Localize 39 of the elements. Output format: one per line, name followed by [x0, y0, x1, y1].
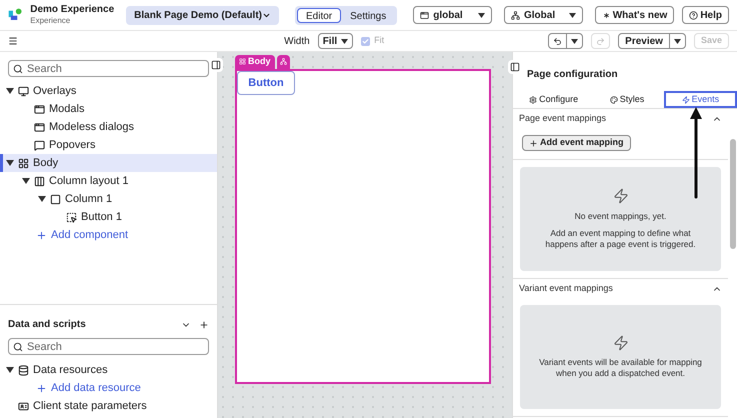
whats-new-button[interactable]: What's new [594, 6, 674, 24]
tree-item[interactable]: Popovers [0, 136, 217, 154]
body-tag[interactable]: Body [235, 55, 274, 68]
empty-state-text: Variant events will be available for mapping when you add a dispatched event. [538, 357, 703, 379]
fit-label: Fit [374, 34, 384, 48]
tree-item[interactable]: Column 1 [0, 190, 217, 208]
add-link[interactable]: Add component [36, 226, 128, 244]
tree-item[interactable]: Modeless dialogs [0, 118, 217, 136]
empty-state-text: Add an event mapping to define what happens after a page event is triggered. [544, 228, 697, 250]
help-button[interactable]: Help [682, 6, 729, 24]
config-tab[interactable]: Events [664, 91, 737, 108]
mode-tab[interactable]: Settings [341, 8, 396, 22]
section-title: Page event mappings [519, 112, 608, 125]
add-link[interactable]: Add data resource [36, 380, 141, 396]
section-title: Variant event mappings [519, 282, 614, 295]
mode-tab[interactable]: Editor [296, 8, 342, 22]
tree-item[interactable]: Column layout 1 [0, 172, 217, 190]
panel-title: Page configuration [527, 69, 618, 80]
config-tab[interactable]: Styles [590, 91, 664, 108]
scope-dropdown[interactable]: global [413, 6, 492, 24]
tree-item[interactable]: Modals [0, 100, 217, 118]
config-tab[interactable]: Configure [517, 91, 590, 108]
tree-item[interactable]: Overlays [0, 82, 217, 100]
tree-item[interactable]: Data resources [0, 361, 217, 379]
section-title: Data and scripts [8, 318, 87, 332]
app-subtitle: Experience [30, 16, 72, 26]
scope-dropdown[interactable]: Global [504, 6, 583, 24]
canvas-button[interactable]: Button [237, 70, 295, 95]
search-field[interactable]: Search [8, 60, 209, 77]
search-field[interactable]: Search [8, 338, 209, 355]
tree-item[interactable]: Button 1 [0, 208, 217, 226]
width-label: Width [284, 34, 310, 48]
empty-state-title: No event mappings, yet. [574, 210, 666, 222]
app-title: Demo Experience [30, 4, 114, 16]
add-event-mapping-button[interactable]: Add event mapping [522, 135, 631, 151]
width-dropdown[interactable]: Fill [318, 33, 354, 49]
page-selector[interactable]: Blank Page Demo (Default) [126, 6, 279, 24]
tree-item[interactable]: Client state parameters [0, 397, 217, 415]
tree-item[interactable]: Body [0, 154, 217, 172]
